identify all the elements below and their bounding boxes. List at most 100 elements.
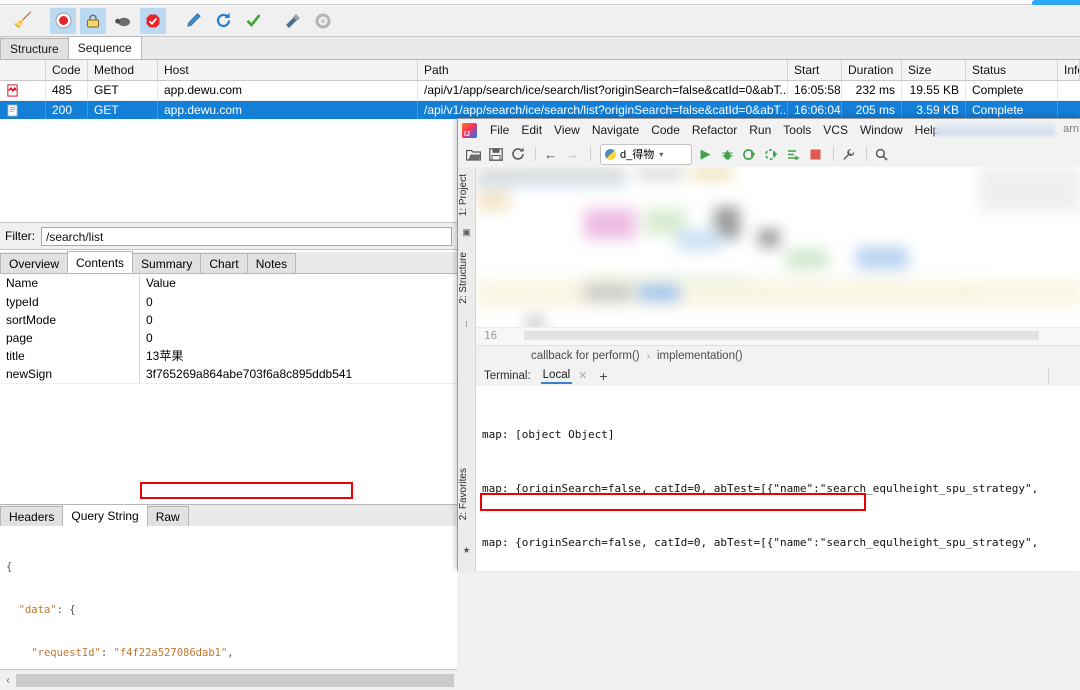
list-item[interactable]: sortMode 0 xyxy=(0,311,457,330)
col-param-value[interactable]: Value xyxy=(140,274,457,293)
compose-icon[interactable] xyxy=(180,8,206,34)
menu-run[interactable]: Run xyxy=(743,121,777,139)
detail-tabs: Overview Contents Summary Chart Notes xyxy=(0,251,457,274)
table-row[interactable]: 485 GET app.dewu.com /api/v1/app/search/… xyxy=(0,81,1080,101)
row-host: app.dewu.com xyxy=(158,101,418,120)
repeat-icon[interactable] xyxy=(210,8,236,34)
tools-icon[interactable] xyxy=(280,8,306,34)
col-duration[interactable]: Duration xyxy=(842,60,902,80)
tab-headers[interactable]: Headers xyxy=(0,506,64,526)
menu-edit[interactable]: Edit xyxy=(515,121,548,139)
menu-tools[interactable]: Tools xyxy=(777,121,817,139)
tab-chart[interactable]: Chart xyxy=(200,253,248,273)
stop-icon[interactable] xyxy=(806,145,825,164)
back-arrow-icon[interactable]: ← xyxy=(541,145,560,164)
col-info[interactable]: Info xyxy=(1058,60,1080,80)
scroll-left-arrow[interactable]: ‹ xyxy=(0,675,16,686)
menu-file[interactable]: File xyxy=(484,121,515,139)
tab-structure[interactable]: Structure xyxy=(0,38,69,59)
run-configuration-selector[interactable]: d_得物 ▾ xyxy=(600,143,692,165)
horizontal-scrollbar[interactable]: ‹ xyxy=(0,669,457,690)
debug-icon[interactable] xyxy=(718,145,737,164)
run-coverage-icon[interactable] xyxy=(740,145,759,164)
charles-detail-pane: Filter: /search/list Overview Contents S… xyxy=(0,119,458,690)
list-item[interactable]: typeId 0 xyxy=(0,293,457,312)
json-line: "data": { xyxy=(18,604,76,617)
breakpoints-icon[interactable] xyxy=(140,7,166,34)
tab-summary[interactable]: Summary xyxy=(132,253,202,273)
breadcrumb-item-callback[interactable]: callback for perform() xyxy=(531,350,640,362)
tab-contents[interactable]: Contents xyxy=(67,251,134,273)
clear-icon[interactable]: 🧹 xyxy=(10,8,36,34)
terminal-tab-local[interactable]: Local xyxy=(540,367,573,384)
idea-editor[interactable]: 16 xyxy=(476,167,1080,345)
sidebar-tab-favorites[interactable]: 2: Favorites xyxy=(458,465,475,523)
param-value: 3f765269a864abe703f6a8c895ddb541 xyxy=(146,367,353,381)
col-path[interactable]: Path xyxy=(418,60,788,80)
col-code[interactable]: Code xyxy=(46,60,88,80)
col-param-name[interactable]: Name xyxy=(0,274,140,293)
col-method[interactable]: Method xyxy=(88,60,158,80)
list-item[interactable]: newSign 3f765269a864abe703f6a8c895ddb541 xyxy=(0,365,457,384)
terminal-label: Terminal: xyxy=(484,369,531,382)
menu-navigate[interactable]: Navigate xyxy=(586,121,645,139)
intellij-idea-window: File Edit View Navigate Code Refactor Ru… xyxy=(457,118,1080,571)
list-item[interactable]: page 0 xyxy=(0,329,457,348)
newsign-highlight-box xyxy=(140,482,353,499)
ssl-proxy-icon[interactable] xyxy=(80,7,106,34)
row-host: app.dewu.com xyxy=(158,81,418,100)
terminal-output[interactable]: map: [object Object] map: {originSearch=… xyxy=(476,386,1080,571)
tab-raw[interactable]: Raw xyxy=(146,506,189,526)
row-size: 19.55 KB xyxy=(902,81,966,100)
param-name: page xyxy=(0,329,140,347)
idea-menubar: File Edit View Navigate Code Refactor Ru… xyxy=(458,119,1080,141)
row-duration: 232 ms xyxy=(842,81,902,100)
request-grid-header: Code Method Host Path Start Duration Siz… xyxy=(0,60,1080,81)
filter-input[interactable]: /search/list xyxy=(41,226,452,246)
star-icon: ★ xyxy=(462,545,471,555)
folder-icon: ▣ xyxy=(462,227,471,237)
editor-line-number: 16 xyxy=(484,329,498,342)
tab-sequence[interactable]: Sequence xyxy=(67,36,142,59)
wrench-icon[interactable] xyxy=(839,145,858,164)
list-item[interactable]: title 13苹果 xyxy=(0,347,457,366)
menu-code[interactable]: Code xyxy=(645,121,686,139)
sync-icon[interactable] xyxy=(508,145,527,164)
validate-icon[interactable] xyxy=(240,8,266,34)
menu-view[interactable]: View xyxy=(548,121,586,139)
settings-icon[interactable] xyxy=(310,8,336,34)
menu-vcs[interactable]: VCS xyxy=(817,121,854,139)
tab-query-string[interactable]: Query String xyxy=(62,504,148,526)
scrollbar-thumb[interactable] xyxy=(16,673,454,687)
profile-icon[interactable] xyxy=(762,145,781,164)
menu-refactor[interactable]: Refactor xyxy=(686,121,743,139)
open-folder-icon[interactable] xyxy=(464,145,483,164)
run-with-icon[interactable] xyxy=(784,145,803,164)
error-doc-icon xyxy=(7,84,18,97)
search-everywhere-icon[interactable] xyxy=(872,145,891,164)
breadcrumb-item-implementation[interactable]: implementation() xyxy=(657,350,743,362)
record-icon[interactable] xyxy=(50,7,76,34)
sidebar-tab-project[interactable]: 1: Project xyxy=(458,171,475,219)
col-start[interactable]: Start xyxy=(788,60,842,80)
throttle-icon[interactable] xyxy=(110,8,136,34)
col-status[interactable]: Status xyxy=(966,60,1058,80)
sidebar-tab-structure[interactable]: 2: Structure xyxy=(458,249,475,307)
menu-window[interactable]: Window xyxy=(854,121,909,139)
save-all-icon[interactable] xyxy=(486,145,505,164)
window-title-redacted xyxy=(935,122,1055,136)
json-body-view[interactable]: { "data": { "requestId": "f4f22a527086da… xyxy=(0,526,457,669)
param-value: 0 xyxy=(146,313,153,327)
run-icon[interactable]: ▶ xyxy=(696,145,715,164)
json-line: "requestId": "f4f22a527086dab1", xyxy=(31,646,234,659)
col-host[interactable]: Host xyxy=(158,60,418,80)
row-code: 485 xyxy=(46,81,88,100)
param-name: typeId xyxy=(0,293,140,311)
row-icon-cell xyxy=(0,101,46,120)
col-size[interactable]: Size xyxy=(902,60,966,80)
tab-overview[interactable]: Overview xyxy=(0,253,69,273)
close-icon[interactable]: ✕ xyxy=(578,369,587,382)
tab-notes[interactable]: Notes xyxy=(246,253,297,273)
add-terminal-icon[interactable]: + xyxy=(599,368,607,384)
col-icon[interactable] xyxy=(0,60,46,80)
